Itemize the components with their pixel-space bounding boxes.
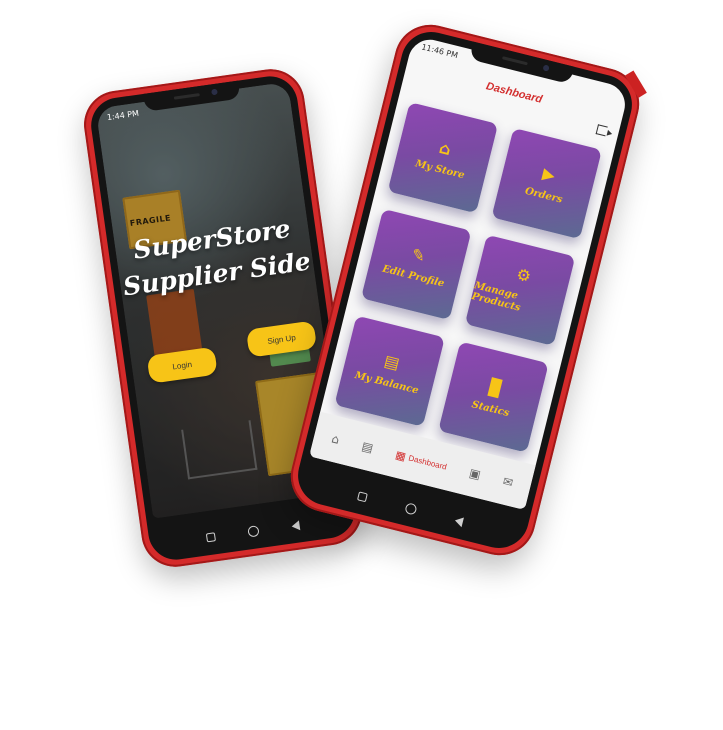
tile-edit-profile[interactable]: ✎ Edit Profile: [360, 208, 472, 321]
tile-statics[interactable]: ▉ Statics: [438, 341, 549, 453]
wallet-icon: ▤: [382, 350, 402, 373]
tile-label: Statics: [470, 398, 511, 419]
nav-messages-icon[interactable]: ✉: [501, 474, 514, 490]
tile-label: Edit Profile: [381, 263, 446, 290]
home-circle-icon[interactable]: [247, 525, 260, 538]
nav-store-icon[interactable]: ▤: [360, 439, 374, 455]
back-icon[interactable]: [291, 519, 301, 531]
dashboard-icon: ▦: [394, 448, 408, 463]
camera-icon: [542, 64, 550, 72]
store-icon: ⌂: [437, 137, 454, 159]
tile-orders[interactable]: ▶ Orders: [491, 127, 602, 240]
tile-label: My Store: [414, 157, 466, 181]
dashboard-screen: 11:46 PM Dashboard ⌂ My Store ▶ Orders ✎…: [309, 35, 630, 510]
nav-upload-icon[interactable]: ▣: [468, 466, 482, 482]
tile-label: Manage Products: [470, 280, 522, 314]
phone-bezel: 11:46 PM Dashboard ⌂ My Store ▶ Orders ✎…: [291, 25, 639, 555]
shopping-bag-icon: ▶: [540, 163, 558, 185]
tile-label: Orders: [523, 185, 564, 206]
tile-manage-products[interactable]: ⚙ Manage Products: [464, 234, 576, 346]
logout-icon[interactable]: [595, 124, 608, 137]
gear-icon: ⚙: [514, 264, 534, 287]
nav-dashboard-label: Dashboard: [407, 452, 448, 472]
nav-dashboard-tab[interactable]: ▦ Dashboard: [394, 448, 448, 473]
status-time: 11:46 PM: [420, 42, 459, 61]
tile-label: My Balance: [353, 369, 420, 397]
pencil-icon: ✎: [409, 243, 428, 266]
recents-icon[interactable]: [205, 532, 216, 543]
phone-dashboard: 11:46 PM Dashboard ⌂ My Store ▶ Orders ✎…: [283, 17, 647, 563]
home-circle-icon[interactable]: [404, 502, 418, 516]
camera-icon: [211, 88, 218, 96]
nav-home-icon[interactable]: ⌂: [330, 431, 341, 446]
recents-icon[interactable]: [356, 491, 368, 503]
dashboard-grid: ⌂ My Store ▶ Orders ✎ Edit Profile ⚙ Man…: [334, 102, 602, 453]
bar-chart-icon: ▉: [487, 376, 505, 399]
back-icon[interactable]: [453, 515, 465, 527]
tile-my-store[interactable]: ⌂ My Store: [387, 102, 499, 214]
tile-my-balance[interactable]: ▤ My Balance: [334, 315, 445, 427]
android-nav-bar: [149, 511, 357, 551]
